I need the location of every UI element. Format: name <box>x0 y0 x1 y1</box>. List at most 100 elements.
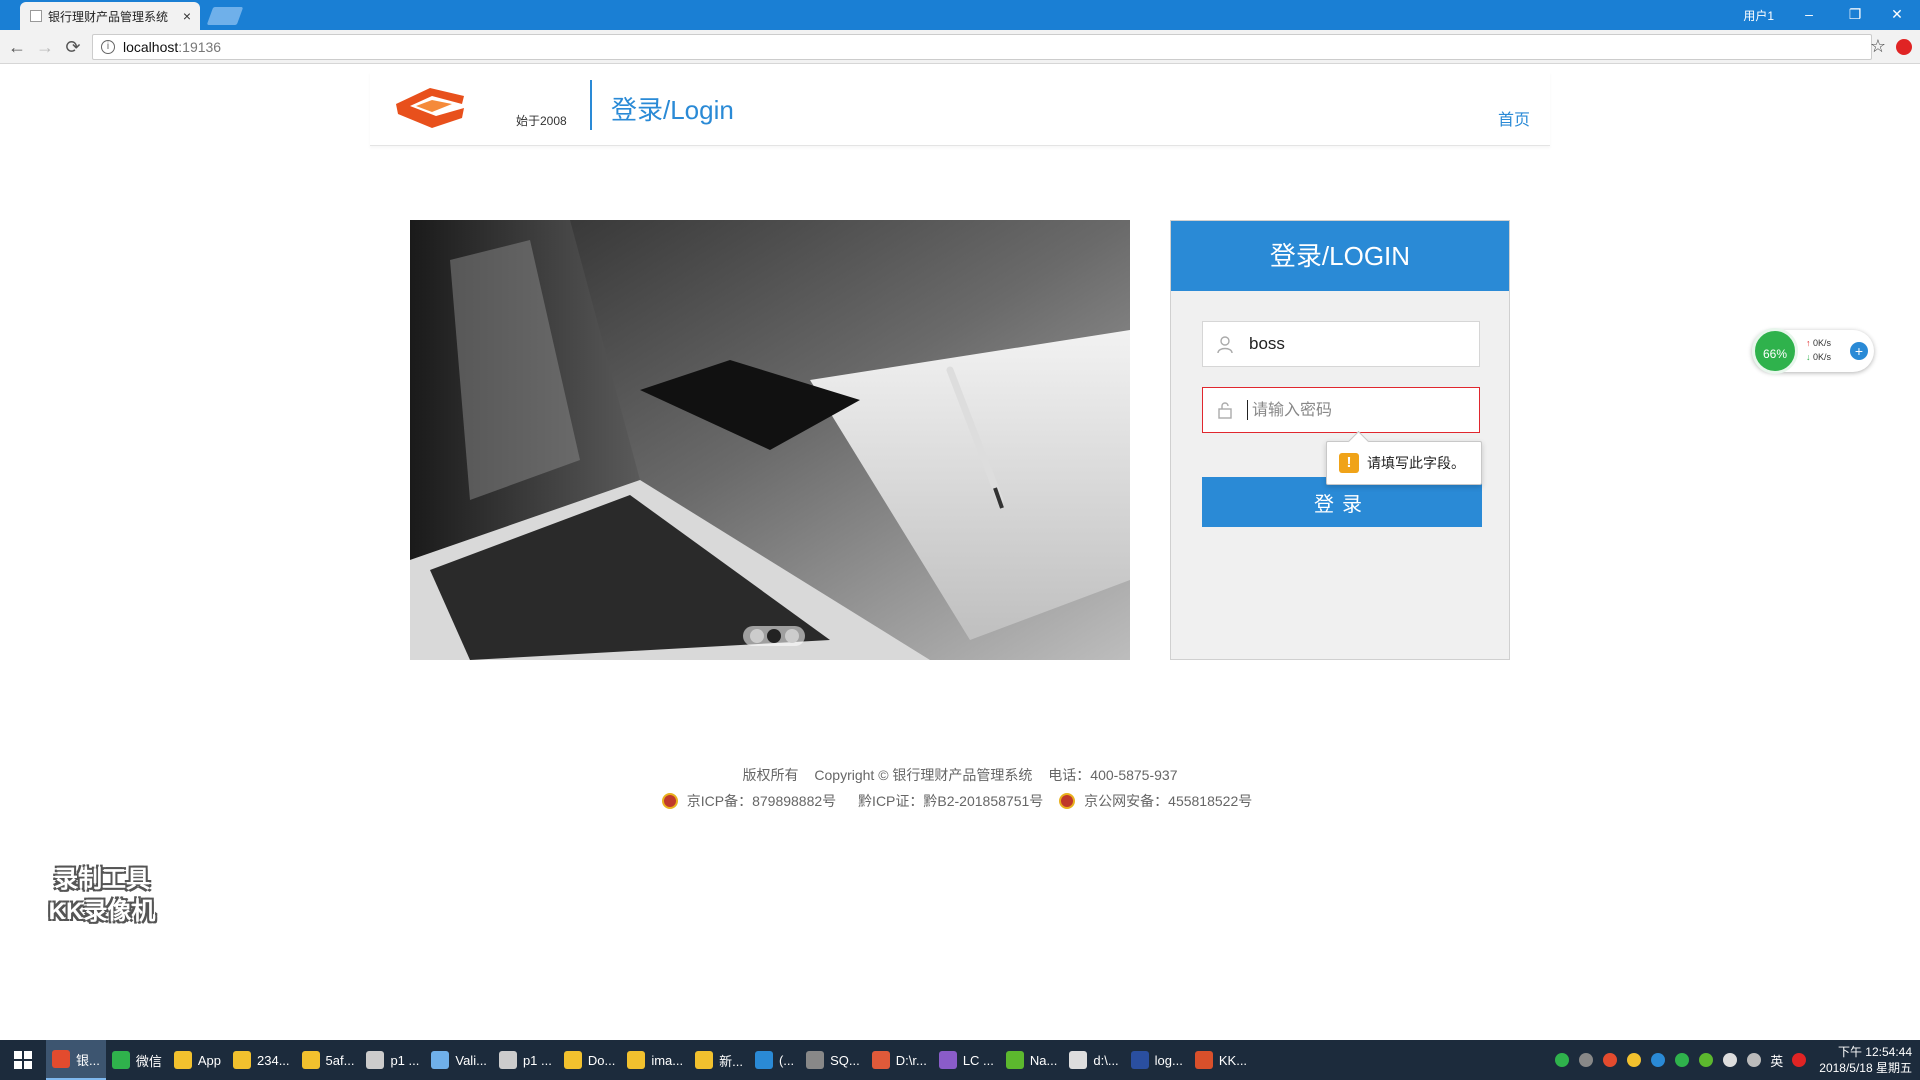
taskbar-app[interactable]: SQ... <box>800 1040 866 1080</box>
app-icon <box>173 1051 192 1069</box>
police-record-text: 京公网安备：455818522号 <box>1084 793 1253 809</box>
url-host: localhost <box>123 39 179 55</box>
taskbar-app[interactable]: d:\... <box>1063 1040 1124 1080</box>
profile-user-label[interactable]: 用户1 <box>1743 7 1774 24</box>
taskbar-app-label: LC ... <box>962 1052 994 1068</box>
taskbar-app[interactable]: ima... <box>621 1040 689 1080</box>
browser-titlebar: 银行理财产品管理系统 × 用户1 – ❐ ✕ <box>0 0 1920 30</box>
taskbar-app-label: 5af... <box>325 1052 355 1068</box>
app-icon <box>111 1051 130 1069</box>
browser-tab[interactable]: 银行理财产品管理系统 × <box>20 2 200 30</box>
taskbar-app[interactable]: 微信 <box>106 1040 168 1080</box>
image-carousel[interactable] <box>410 220 1130 660</box>
plus-icon[interactable]: + <box>1850 342 1868 360</box>
carousel-dot[interactable] <box>784 629 799 643</box>
taskbar-app[interactable]: 银... <box>46 1040 106 1080</box>
watermark-line1: 录制工具 <box>54 866 150 893</box>
taskbar-app-label: (... <box>778 1052 795 1068</box>
app-icon <box>754 1051 773 1069</box>
taskbar-app[interactable]: 新... <box>689 1040 749 1080</box>
windows-taskbar: 银... 微信 App 234... 5af... p1 ... Vali... p1 ...… <box>0 1040 1920 1080</box>
wifi-icon[interactable] <box>1747 1053 1762 1067</box>
site-footer: 版权所有 Copyright © 银行理财产品管理系统 电话：400-5875-… <box>0 762 1920 814</box>
windows-logo-icon <box>14 1051 32 1069</box>
people-icon[interactable] <box>1579 1053 1594 1067</box>
back-arrow-icon[interactable]: ← <box>6 36 28 58</box>
copyright-text: Copyright © 银行理财产品管理系统 <box>814 767 1033 783</box>
download-arrow-icon: ↓ <box>1806 352 1811 362</box>
site-info-icon[interactable]: i <box>101 40 115 54</box>
app-icon <box>431 1051 450 1069</box>
login-heading: 登录/LOGIN <box>1171 221 1509 291</box>
password-field[interactable] <box>1202 387 1480 433</box>
battery-icon[interactable] <box>1555 1053 1570 1067</box>
police-emblem-icon <box>1059 793 1076 809</box>
validation-message: 请填写此字段。 <box>1367 455 1465 471</box>
username-input[interactable] <box>1247 333 1467 355</box>
volume-icon[interactable] <box>1723 1053 1738 1067</box>
tray-app-icon[interactable] <box>1699 1053 1714 1067</box>
header-divider <box>590 80 592 130</box>
app-icon <box>627 1051 646 1069</box>
taskbar-app-label: Na... <box>1029 1052 1058 1068</box>
taskbar-app-label: App <box>197 1052 221 1068</box>
taskbar-app[interactable]: LC ... <box>933 1040 1000 1080</box>
restore-button[interactable]: ❐ <box>1840 3 1870 25</box>
taskbar-app[interactable]: log... <box>1125 1040 1189 1080</box>
minimize-button[interactable]: – <box>1794 3 1824 25</box>
taskbar-app-label: p1 ... <box>522 1052 552 1068</box>
taskbar-app-label: d:\... <box>1093 1052 1119 1068</box>
taskbar-app-label: 新... <box>719 1053 743 1069</box>
tab-close-icon[interactable]: × <box>180 8 194 24</box>
user-icon <box>1203 322 1247 366</box>
taskbar-app[interactable]: 234... <box>227 1040 296 1080</box>
home-link[interactable]: 首页 <box>1498 106 1530 130</box>
carousel-dot[interactable] <box>749 629 764 643</box>
laptop-desk-photo <box>410 220 1130 660</box>
taskbar-app[interactable]: p1 ... <box>493 1040 558 1080</box>
bookmark-star-icon[interactable]: ☆ <box>1870 36 1886 57</box>
taskbar-app[interactable]: 5af... <box>296 1040 361 1080</box>
app-icon <box>1005 1051 1024 1069</box>
taskbar-app[interactable]: (... <box>749 1040 800 1080</box>
reload-icon[interactable]: ⟳ <box>62 36 84 58</box>
tray-app-icon[interactable] <box>1627 1053 1642 1067</box>
text-caret <box>1247 400 1248 420</box>
company-logo <box>396 88 464 128</box>
tray-app-icon[interactable] <box>1603 1053 1618 1067</box>
ime-icon[interactable] <box>1792 1053 1807 1067</box>
network-speed-widget[interactable]: 66% ↑ 0K/s ↓ 0K/s + <box>1752 328 1874 374</box>
taskbar-app[interactable]: App <box>168 1040 227 1080</box>
taskbar-app-label: Vali... <box>455 1052 487 1068</box>
bluetooth-icon[interactable] <box>1651 1053 1666 1067</box>
extension-icon[interactable] <box>1896 39 1912 55</box>
network-rates: ↑ 0K/s ↓ 0K/s <box>1806 336 1831 364</box>
address-input[interactable]: i localhost :19136 <box>92 34 1872 60</box>
close-window-button[interactable]: ✕ <box>1882 3 1912 25</box>
app-icon <box>938 1051 957 1069</box>
taskbar-app[interactable]: Vali... <box>425 1040 493 1080</box>
app-icon <box>1069 1051 1088 1069</box>
taskbar-app[interactable]: Na... <box>1000 1040 1063 1080</box>
taskbar-app[interactable]: KK... <box>1189 1040 1253 1080</box>
input-language[interactable]: 英 <box>1770 1051 1783 1070</box>
username-field[interactable] <box>1202 321 1480 367</box>
validation-tooltip: ! 请填写此字段。 <box>1326 441 1482 485</box>
forward-arrow-icon[interactable]: → <box>34 36 56 58</box>
new-tab-button[interactable] <box>206 7 244 25</box>
carousel-dot-active[interactable] <box>767 629 781 643</box>
taskbar-apps: 银... 微信 App 234... 5af... p1 ... Vali... p1 ...… <box>46 1040 1253 1080</box>
taskbar-app[interactable]: p1 ... <box>360 1040 425 1080</box>
app-icon <box>52 1050 70 1068</box>
taskbar-app[interactable]: D:\r... <box>866 1040 933 1080</box>
app-icon <box>1130 1051 1149 1069</box>
download-rate: 0K/s <box>1813 352 1832 362</box>
taskbar-app-label: KK... <box>1218 1052 1248 1068</box>
wechat-tray-icon[interactable] <box>1675 1053 1690 1067</box>
password-input[interactable] <box>1250 399 1470 421</box>
taskbar-app[interactable]: Do... <box>558 1040 621 1080</box>
system-clock[interactable]: 下午 12:54:44 2018/5/18 星期五 <box>1819 1044 1912 1076</box>
app-icon <box>233 1051 251 1069</box>
start-button[interactable] <box>0 1040 46 1080</box>
since-label: 始于2008 <box>516 114 567 128</box>
